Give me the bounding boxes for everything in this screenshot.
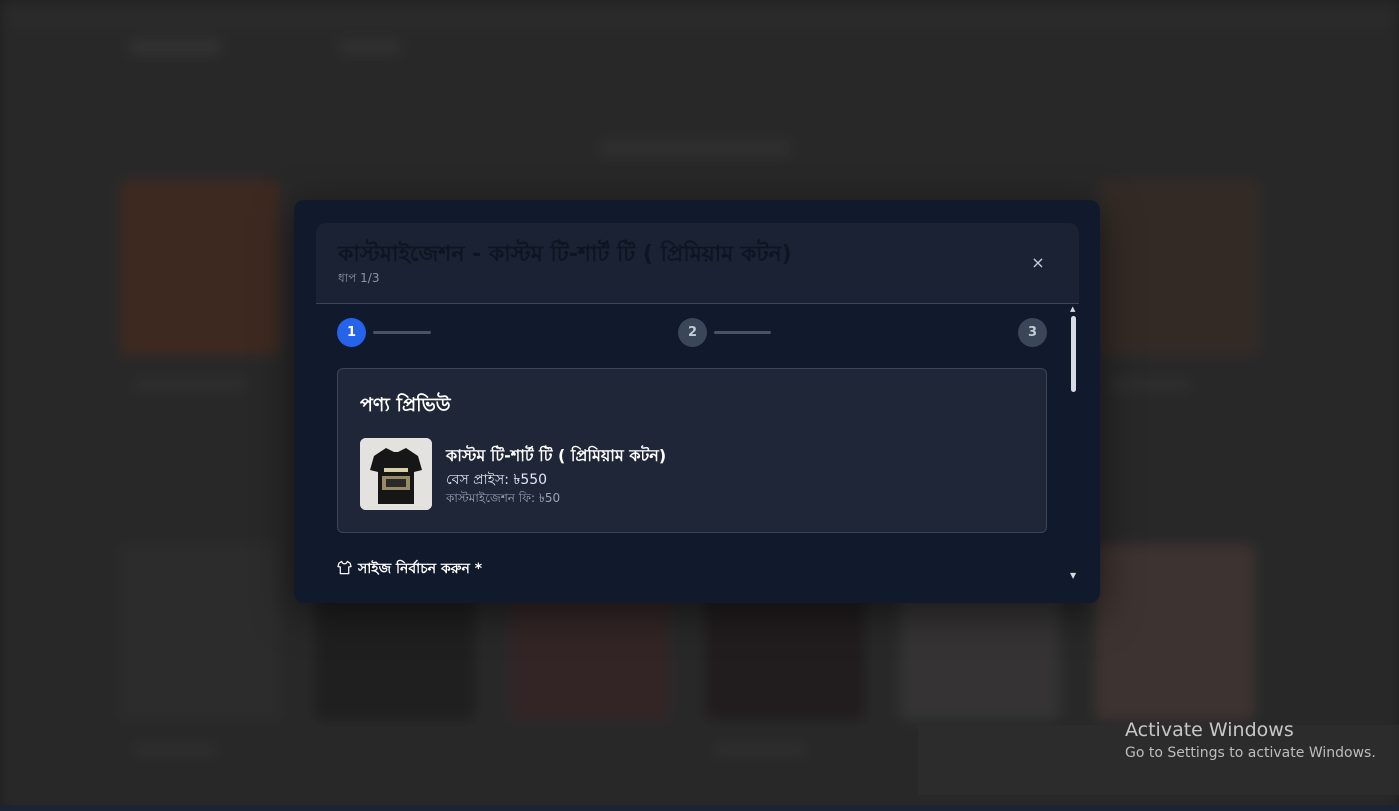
size-selection-row: সাইজ নির্বাচন করুন * (337, 557, 482, 581)
scroll-down-arrow-icon[interactable]: ▼ (1070, 571, 1076, 580)
step-1-circle: 1 (337, 318, 366, 347)
step-indicator-text: ধাপ 1/3 (338, 271, 380, 285)
close-button[interactable]: × (1027, 252, 1049, 274)
product-thumbnail (360, 438, 432, 510)
size-select-label: সাইজ নির্বাচন করুন * (358, 561, 483, 577)
product-preview-card: পণ্য প্রিভিউ কাস্টম টি-শার্ট টি ( প্রিমি… (337, 368, 1047, 533)
scrollbar-thumb[interactable] (1071, 316, 1076, 392)
preview-heading: পণ্য প্রিভিউ (360, 394, 451, 416)
customization-fee: কাস্টমাইজেশন ফি: ৳50 (446, 491, 561, 505)
modal-body[interactable]: 1 2 3 পণ্য প্রিভিউ কাস্টম টি-শার্ট টি ( … (316, 304, 1079, 603)
watermark-title: Activate Windows (1125, 719, 1294, 741)
step-connector (714, 331, 771, 334)
base-price: বেস প্রাইস: ৳550 (446, 472, 548, 488)
step-2-circle: 2 (678, 318, 707, 347)
modal-title: কাস্টমাইজেশন - কাস্টম টি-শার্ট টি ( প্রি… (338, 242, 792, 267)
watermark-subtitle: Go to Settings to activate Windows. (1125, 745, 1376, 761)
step-connector (373, 331, 431, 334)
step-3-circle: 3 (1018, 318, 1047, 347)
windows-activation-watermark: Activate Windows Go to Settings to activ… (1125, 719, 1376, 761)
modal-scrollbar[interactable]: ▲ ▼ (1070, 305, 1078, 585)
shirt-icon (337, 560, 352, 579)
customization-modal: কাস্টমাইজেশন - কাস্টম টি-শার্ট টি ( প্রি… (294, 200, 1100, 603)
scroll-up-arrow-icon[interactable]: ▲ (1070, 305, 1075, 313)
modal-header: কাস্টমাইজেশন - কাস্টম টি-শার্ট টি ( প্রি… (316, 223, 1079, 304)
product-name: কাস্টম টি-শার্ট টি ( প্রিমিয়াম কটন) (446, 446, 667, 465)
taskbar (0, 805, 1399, 811)
